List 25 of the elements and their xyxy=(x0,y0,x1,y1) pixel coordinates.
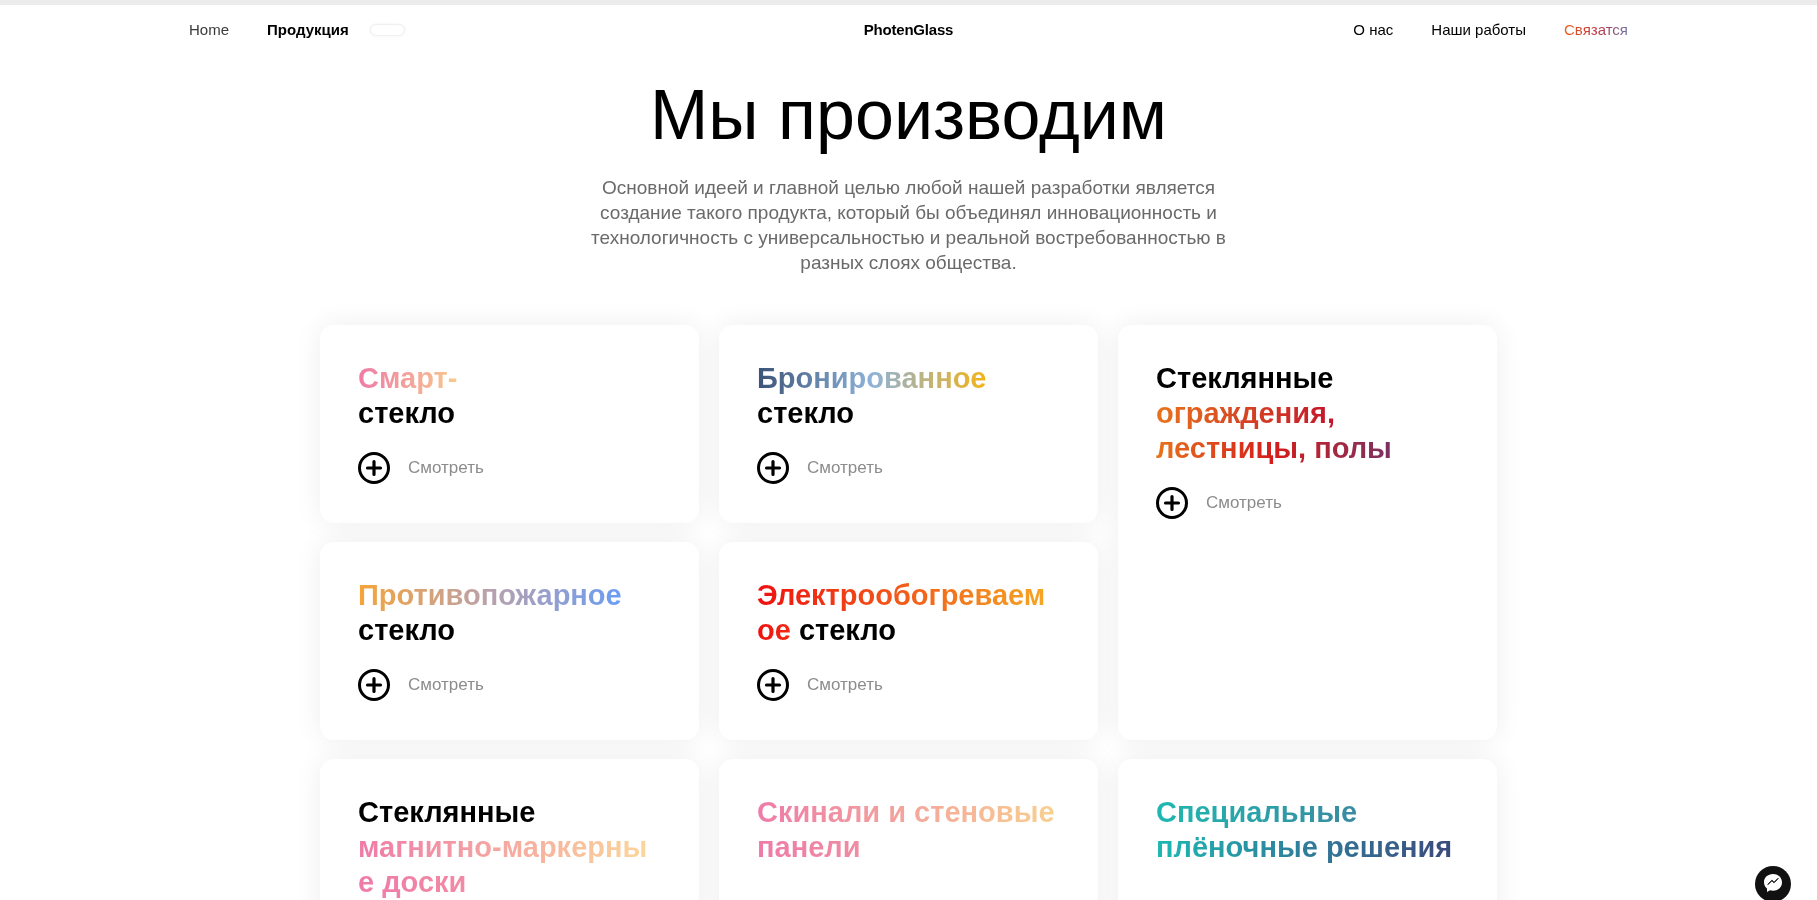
view-link[interactable]: Смотреть xyxy=(1156,487,1282,519)
view-link[interactable]: Смотреть xyxy=(358,452,484,484)
card-title: Противопожарное стекло xyxy=(358,578,623,648)
chat-bubble-icon[interactable] xyxy=(1755,866,1791,900)
card-title: Электрообогреваем ое стекло xyxy=(757,578,1047,648)
card-title: Смарт- стекло xyxy=(358,361,459,431)
card-title: Стеклянные магнитно-маркерны е доски xyxy=(358,795,649,900)
nav-link[interactable]: Home xyxy=(189,18,229,42)
nav-link[interactable]: О нас xyxy=(1353,18,1394,42)
plus-circle-icon xyxy=(1156,487,1188,519)
plus-circle-icon xyxy=(358,669,390,701)
view-link[interactable]: Смотреть xyxy=(757,669,883,701)
nav-link[interactable]: Продукция xyxy=(267,18,349,42)
plus-circle-icon xyxy=(757,452,789,484)
intro-paragraph: Основной идеей и главной целью любой нашей разработки является создание такого продукта, который бы объединял инновационность и технологичность с универсальностью и реальной востребованностью в разных слоях общества. xyxy=(590,176,1227,275)
card-title: Специальные плёночные решения xyxy=(1156,795,1454,865)
view-link[interactable]: Смотреть xyxy=(757,452,883,484)
logo-text[interactable]: PhotenGlass xyxy=(863,18,954,42)
card-title: Бронированное стекло xyxy=(757,361,988,431)
card-title: Скинали и стеновые панели xyxy=(757,795,1056,865)
plus-circle-icon xyxy=(757,669,789,701)
plus-circle-icon xyxy=(358,452,390,484)
card-title: Стеклянные ограждения, лестницы, полы xyxy=(1156,361,1393,466)
nav-link[interactable]: Наши работы xyxy=(1431,18,1526,42)
view-link[interactable]: Смотреть xyxy=(358,669,484,701)
